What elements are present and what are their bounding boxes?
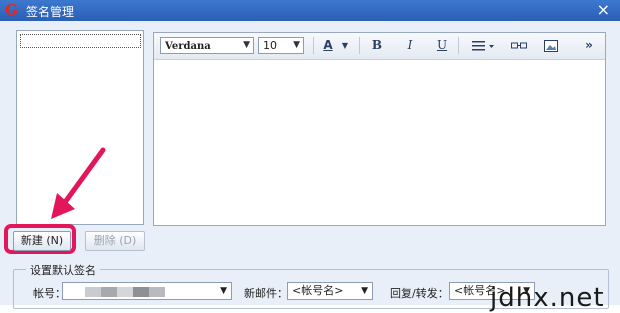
chevron-down-icon: ▼ xyxy=(243,40,250,50)
underline-icon: U xyxy=(436,38,448,52)
italic-icon: I xyxy=(407,38,413,52)
bold-icon: B xyxy=(371,38,383,52)
chevron-down-icon: ▼ xyxy=(220,286,227,296)
title-bar: G 签名管理 × xyxy=(0,0,620,21)
delete-signature-button[interactable]: 删除 (D) xyxy=(85,231,145,251)
underline-button[interactable]: U xyxy=(434,37,450,54)
font-color-dropdown-icon[interactable]: ▼ xyxy=(340,37,350,54)
new-button-label: 新建 (N) xyxy=(20,234,64,247)
insert-image-button[interactable] xyxy=(542,37,560,54)
font-color-icon: A xyxy=(323,38,333,52)
toolbar-separator xyxy=(458,37,459,54)
link-icon xyxy=(511,42,527,49)
signature-list-focus[interactable] xyxy=(20,34,141,48)
new-signature-button[interactable]: 新建 (N) xyxy=(13,231,71,251)
chevron-down-icon: ▼ xyxy=(293,40,300,50)
close-icon[interactable]: × xyxy=(597,1,610,19)
signature-editor[interactable]: Verdana ▼ 10 ▼ A ▼ B I U » xyxy=(153,32,606,226)
link-button[interactable] xyxy=(510,37,528,54)
new-mail-signature-select[interactable]: <帐号名> ▼ xyxy=(287,282,373,300)
bold-button[interactable]: B xyxy=(369,37,385,54)
editor-toolbar: Verdana ▼ 10 ▼ A ▼ B I U » xyxy=(154,33,605,60)
toolbar-separator xyxy=(359,37,360,54)
watermark: jdhx.net xyxy=(490,283,605,313)
blurred-account-name xyxy=(85,287,165,297)
pointer-arrow-annotation xyxy=(51,147,106,219)
chevron-down-icon: ▼ xyxy=(361,286,368,296)
font-family-select[interactable]: Verdana ▼ xyxy=(160,37,254,54)
dialog-body: Verdana ▼ 10 ▼ A ▼ B I U » 新建 (N) 删除 (D)… xyxy=(0,21,620,313)
font-color-button[interactable]: A xyxy=(320,37,336,54)
account-select[interactable]: ▼ xyxy=(62,282,232,300)
font-size-select[interactable]: 10 ▼ xyxy=(258,37,304,54)
image-icon xyxy=(544,40,558,52)
reply-forward-label: 回复/转发： xyxy=(390,287,449,300)
new-mail-signature-value: <帐号名> xyxy=(292,284,344,297)
window-title: 签名管理 xyxy=(26,5,75,19)
default-signature-legend: 设置默认签名 xyxy=(26,262,100,278)
font-size-value: 10 xyxy=(263,39,277,52)
more-tools-button[interactable]: » xyxy=(582,37,596,54)
italic-button[interactable]: I xyxy=(402,37,418,54)
more-icon: » xyxy=(585,38,593,52)
delete-button-label: 删除 (D) xyxy=(93,234,137,247)
foxmail-icon: G xyxy=(5,1,18,19)
align-button[interactable] xyxy=(471,37,497,54)
align-icon xyxy=(472,41,494,51)
font-family-value: Verdana xyxy=(165,41,211,52)
toolbar-separator xyxy=(313,37,314,54)
new-mail-label: 新邮件： xyxy=(244,287,288,300)
